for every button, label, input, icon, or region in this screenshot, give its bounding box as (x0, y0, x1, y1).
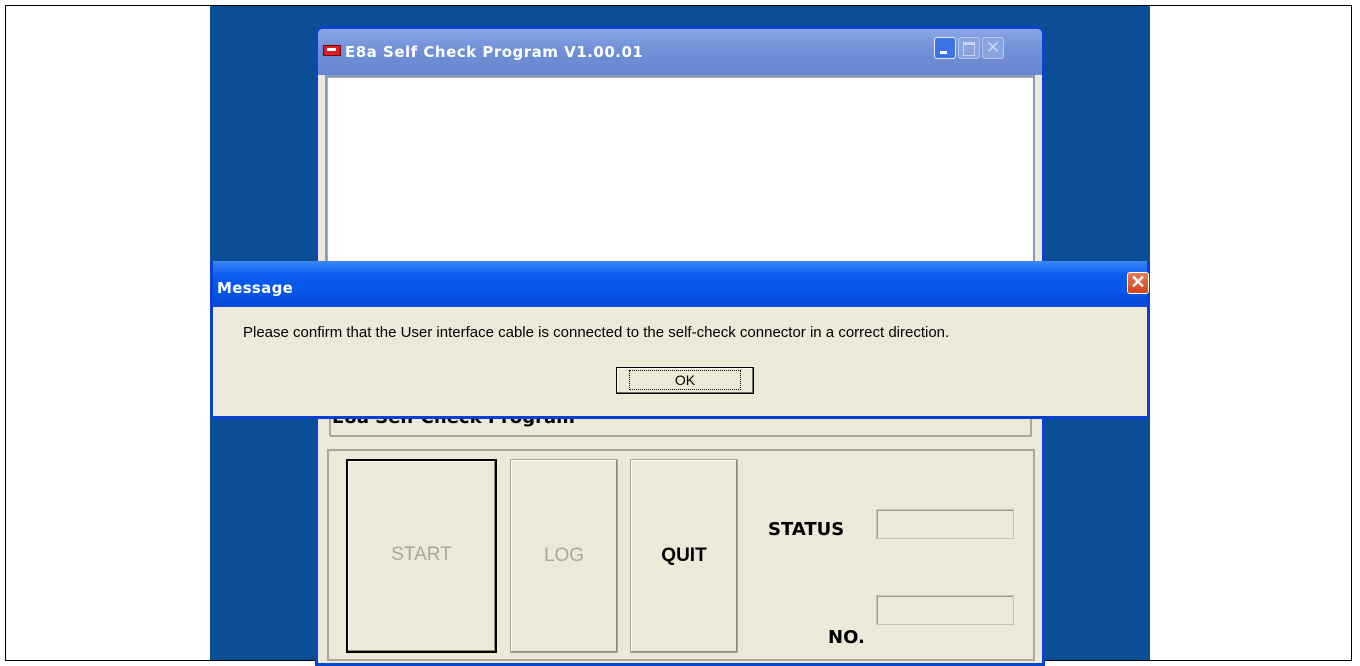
dialog-title-bar[interactable]: Message ✕ (213, 261, 1149, 307)
log-output-area[interactable] (325, 75, 1035, 289)
close-icon[interactable]: ✕ (982, 37, 1004, 59)
minimize-icon[interactable] (934, 37, 956, 59)
dialog-message: Please confirm that the User interface c… (243, 324, 950, 341)
status-label: STATUS (768, 519, 845, 540)
window-title-bar[interactable]: E8a Self Check Program V1.00.01 ✕ (318, 29, 1042, 75)
maximize-icon[interactable] (958, 37, 980, 59)
message-dialog: Message ✕ Please confirm that the User i… (210, 261, 1150, 419)
log-button-label: LOG (543, 545, 585, 566)
number-field (876, 595, 1014, 625)
quit-button-label: QUIT (661, 545, 707, 566)
app-icon (323, 45, 341, 56)
start-button-label: START (391, 544, 452, 565)
quit-button[interactable]: QUIT (630, 459, 738, 653)
close-icon[interactable]: ✕ (1127, 272, 1149, 294)
window-title: E8a Self Check Program V1.00.01 (345, 43, 644, 61)
ok-button[interactable]: OK (616, 367, 754, 394)
ok-button-label: OK (628, 370, 742, 390)
number-label: NO. (828, 627, 865, 648)
start-button[interactable]: START (346, 459, 497, 653)
dialog-title: Message (217, 279, 294, 297)
log-button[interactable]: LOG (510, 459, 618, 653)
status-field (876, 509, 1014, 539)
